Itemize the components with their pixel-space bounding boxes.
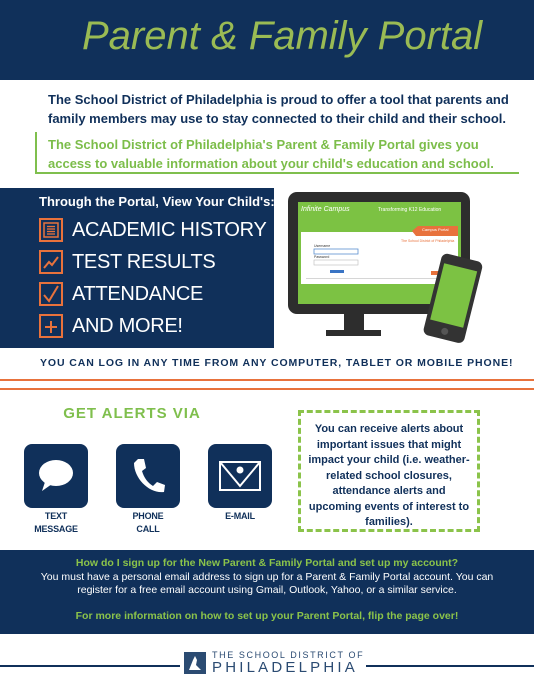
logo-line-2: PHILADELPHIA (212, 659, 358, 676)
alerts-title: GET ALERTS VIA (63, 405, 201, 422)
district-name: The School District of Philadelphia (401, 239, 455, 243)
feature-label: AND MORE! (72, 314, 183, 337)
document-icon (39, 218, 63, 242)
portal-tab-label: Campus Portal (422, 227, 449, 232)
channel-label: TEXT MESSAGE (34, 511, 78, 534)
footer-rule (0, 665, 180, 667)
monitor-illustration (288, 192, 483, 343)
district-logo: THE SCHOOL DISTRICT OF PHILADELPHIA (184, 650, 364, 676)
password-label: Password (314, 255, 330, 259)
channel-phone-call: PHONE CALL (116, 444, 180, 536)
brand-logo-text: Infinite Campus (301, 206, 350, 213)
channel-label: PHONE CALL (132, 511, 164, 534)
channel-label: E-MAIL (225, 511, 255, 521)
channel-icon-box (208, 444, 272, 508)
username-label: Username (314, 244, 331, 248)
envelope-icon (219, 461, 261, 491)
feature-label: ATTENDANCE (72, 282, 204, 305)
page-title: Parent & Family Portal (82, 14, 483, 58)
devices-illustration: Infinite Campus Transforming K12 Educati… (286, 192, 486, 350)
feature-label: TEST RESULTS (72, 250, 216, 273)
checkmark-icon (39, 282, 63, 306)
feature-item: AND MORE! (39, 314, 183, 338)
channel-text-message: TEXT MESSAGE (24, 444, 88, 536)
channel-icon-box (116, 444, 180, 508)
feature-label: ACADEMIC HISTORY (72, 218, 267, 241)
features-heading: Through the Portal, View Your Child's: (39, 194, 275, 209)
channel-email: E-MAIL (208, 444, 272, 523)
feature-item: ATTENDANCE (39, 282, 203, 306)
callout-text: The School District of Philadelphia's Pa… (35, 132, 519, 174)
features-panel: Through the Portal, View Your Child's: A… (0, 188, 275, 348)
line-chart-icon (39, 250, 63, 274)
phone-icon (134, 459, 165, 493)
divider-line (0, 388, 534, 390)
feature-item: TEST RESULTS (39, 250, 216, 274)
bell-tower-icon (184, 652, 206, 674)
alerts-description: You can receive alerts about important i… (298, 410, 480, 532)
signup-question: How do I sign up for the New Parent & Fa… (75, 557, 459, 569)
login-note: YOU CAN LOG IN ANY TIME FROM ANY COMPUTE… (40, 357, 514, 369)
feature-item: ACADEMIC HISTORY (39, 218, 267, 242)
intro-text: The School District of Philadelphia is p… (48, 92, 509, 126)
signup-panel: How do I sign up for the New Parent & Fa… (0, 550, 534, 634)
plus-icon (39, 314, 63, 338)
signup-more-info: For more information on how to set up yo… (75, 609, 459, 622)
brand-tagline: Transforming K12 Education (378, 207, 442, 213)
header-banner: Parent & Family Portal (0, 0, 534, 80)
speech-bubble-icon (39, 460, 73, 491)
footer-rule (366, 665, 534, 667)
divider-line (0, 379, 534, 381)
channel-icon-box (24, 444, 88, 508)
signup-answer: You must have a personal email address t… (40, 570, 494, 597)
